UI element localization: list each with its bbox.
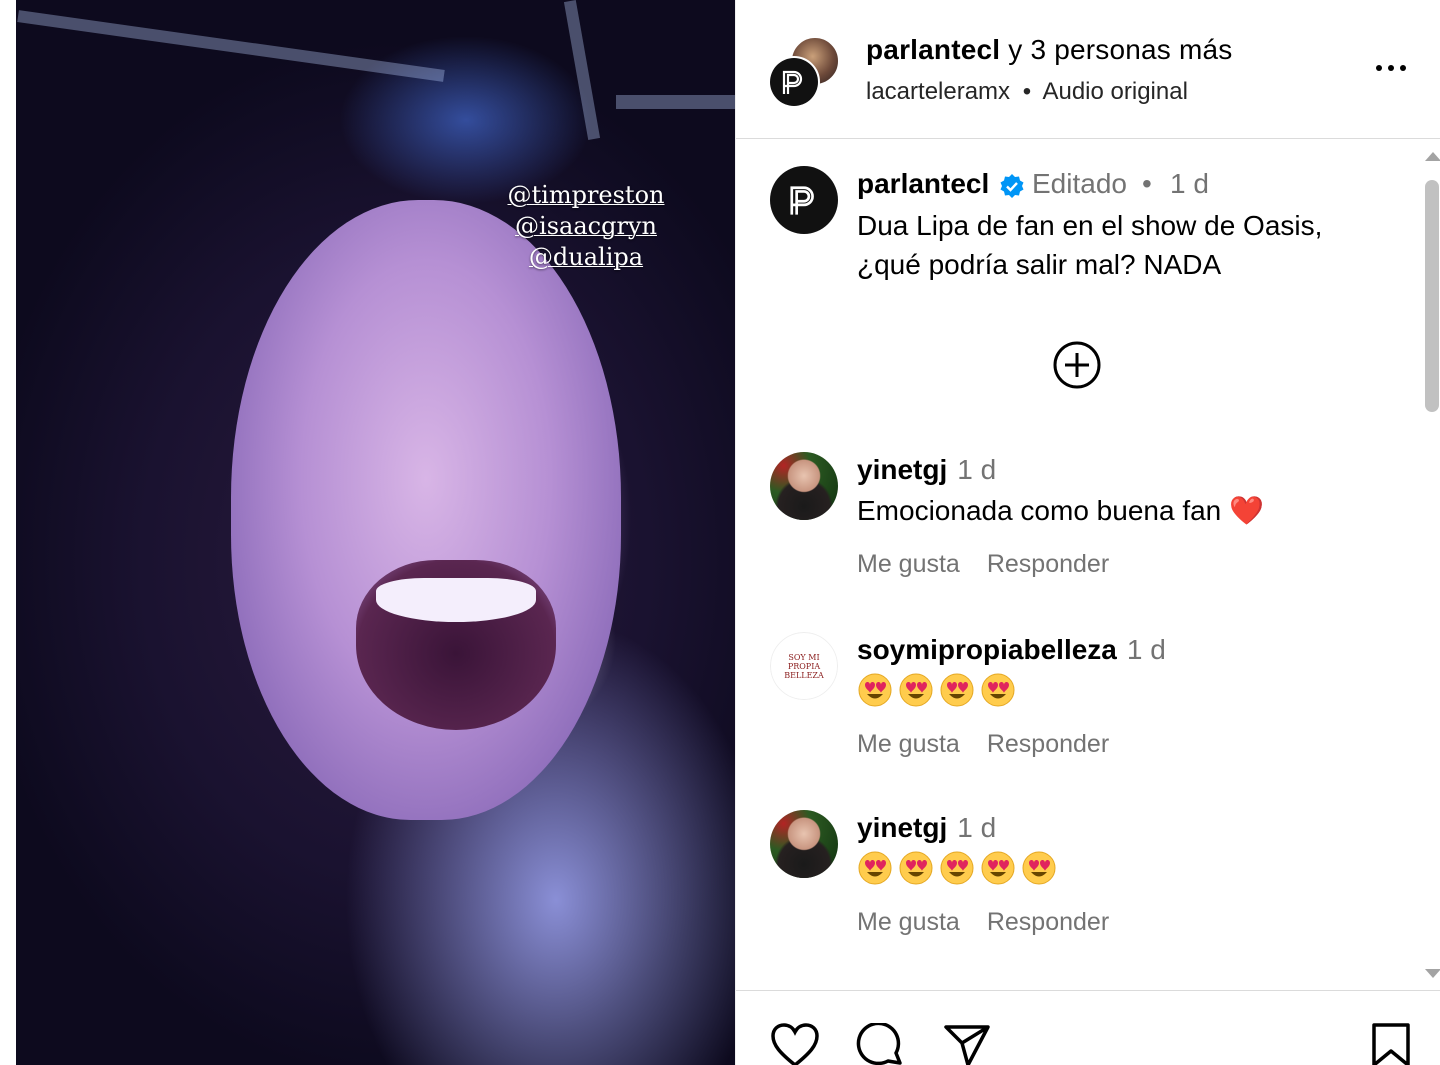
header-author-link[interactable]: parlantecl <box>866 34 1000 65</box>
commenter-avatar[interactable]: SOY MI PROPIA BELLEZA <box>770 632 838 700</box>
comment-like-button[interactable]: Me gusta <box>857 730 960 759</box>
heart-eyes-emoji <box>940 851 974 885</box>
parlante-logo-icon <box>770 58 818 106</box>
header-separator: • <box>1022 78 1032 105</box>
comment-emoji-row <box>857 850 1057 888</box>
comment-timestamp[interactable]: 1 d <box>957 812 996 843</box>
heart-eyes-emoji <box>858 673 892 707</box>
heart-eyes-emoji <box>899 673 933 707</box>
heart-icon[interactable] <box>770 1023 820 1065</box>
post-action-bar <box>736 990 1440 1065</box>
stage-light-beam <box>563 0 601 140</box>
comment-actions: Me gusta Responder <box>857 550 1109 579</box>
caption-separator: • <box>1142 168 1152 199</box>
post-media[interactable]: @timpreston @isaacgryn @dualipa <box>16 0 735 1065</box>
audio-link[interactable]: Audio original <box>1042 78 1187 105</box>
commenter-avatar[interactable] <box>770 452 838 520</box>
avatar-brand-logo: SOY MI PROPIA BELLEZA <box>770 632 838 700</box>
comment-icon[interactable] <box>856 1023 906 1065</box>
parlante-logo-icon <box>790 186 814 215</box>
scroll-down-arrow-icon[interactable] <box>1425 969 1440 978</box>
heart-eyes-emoji <box>858 851 892 885</box>
comment-username[interactable]: yinetgj <box>857 812 947 843</box>
person-teeth <box>376 578 536 622</box>
media-tag[interactable]: @dualipa <box>486 242 686 273</box>
post-header: parlantecl y 3 personas más lacarteleram… <box>736 0 1440 139</box>
comment-item: yinetgj 1 d Me gusta Responder <box>736 810 1421 980</box>
media-tag-overlay: @timpreston @isaacgryn @dualipa <box>486 180 686 273</box>
save-icon[interactable] <box>1366 1023 1416 1065</box>
person-face <box>231 200 621 820</box>
comment-timestamp[interactable]: 1 d <box>1127 634 1166 665</box>
comment-reply-button[interactable]: Responder <box>987 550 1109 579</box>
comment-username[interactable]: soymipropiabelleza <box>857 634 1117 665</box>
avatar-photo <box>770 810 838 878</box>
comment-like-button[interactable]: Me gusta <box>857 550 960 579</box>
share-icon[interactable] <box>942 1023 992 1065</box>
comment-text-body: Emocionada como buena fan <box>857 495 1222 526</box>
caption-username[interactable]: parlantecl <box>857 168 989 200</box>
header-title: parlantecl y 3 personas más <box>866 34 1232 66</box>
heart-eyes-emoji <box>981 851 1015 885</box>
comment-actions: Me gusta Responder <box>857 730 1109 759</box>
post-panel: parlantecl y 3 personas más lacarteleram… <box>735 0 1440 1065</box>
caption-avatar[interactable] <box>770 166 838 234</box>
comment-header: soymipropiabelleza 1 d <box>857 634 1166 666</box>
header-collab-text[interactable]: y 3 personas más <box>1008 34 1232 65</box>
comment-header: yinetgj 1 d <box>857 454 996 486</box>
comment-actions: Me gusta Responder <box>857 908 1109 937</box>
comment-item: SOY MI PROPIA BELLEZA soymipropiabelleza… <box>736 632 1421 802</box>
more-dot-icon <box>1400 65 1406 71</box>
collab-avatars[interactable] <box>768 36 840 108</box>
comment-like-button[interactable]: Me gusta <box>857 908 960 937</box>
stage-light-beam <box>616 95 735 109</box>
comment-item: yinetgj 1 d Emocionada como buena fan ❤️ … <box>736 452 1421 622</box>
avatar-photo <box>770 452 838 520</box>
comments-scrollbar[interactable] <box>1423 152 1440 978</box>
red-heart-emoji: ❤️ <box>1229 495 1264 526</box>
scroll-up-arrow-icon[interactable] <box>1425 152 1440 161</box>
stage-light-beam <box>17 10 445 82</box>
more-dot-icon <box>1388 65 1394 71</box>
avatar-line: BELLEZA <box>784 670 824 680</box>
caption-timestamp[interactable]: 1 d <box>1170 168 1209 200</box>
caption-text: Dua Lipa de fan en el show de Oasis, ¿qu… <box>857 210 1323 280</box>
comment-reply-button[interactable]: Responder <box>987 908 1109 937</box>
avatar-line: SOY MI <box>788 652 820 662</box>
comment-timestamp[interactable]: 1 d <box>957 454 996 485</box>
more-options-button[interactable] <box>1366 50 1416 86</box>
comment-emoji-row <box>857 672 1016 710</box>
header-sub-user[interactable]: lacarteleramx <box>866 78 1010 105</box>
comments-section[interactable]: parlantecl Editado • 1 d Dua Lipa de fan… <box>736 140 1421 990</box>
heart-eyes-emoji <box>899 851 933 885</box>
comment-username[interactable]: yinetgj <box>857 454 947 485</box>
header-subtitle: lacarteleramx • Audio original <box>866 78 1188 106</box>
verified-badge-icon <box>1000 174 1024 198</box>
comment-reply-button[interactable]: Responder <box>987 730 1109 759</box>
comment-text: Emocionada como buena fan ❤️ <box>857 494 1264 527</box>
heart-eyes-emoji <box>1022 851 1056 885</box>
comment-header: yinetgj 1 d <box>857 812 996 844</box>
avatar-line: PROPIA <box>787 661 821 671</box>
author-avatar[interactable] <box>768 56 820 108</box>
commenter-avatar[interactable] <box>770 810 838 878</box>
heart-eyes-emoji <box>940 673 974 707</box>
media-tag[interactable]: @timpreston <box>486 180 686 211</box>
scrollbar-thumb[interactable] <box>1425 180 1439 412</box>
more-dot-icon <box>1376 65 1382 71</box>
load-more-comments-button[interactable] <box>1052 340 1102 390</box>
media-tag[interactable]: @isaacgryn <box>486 211 686 242</box>
heart-eyes-emoji <box>981 673 1015 707</box>
edited-label: Editado <box>1032 168 1127 199</box>
